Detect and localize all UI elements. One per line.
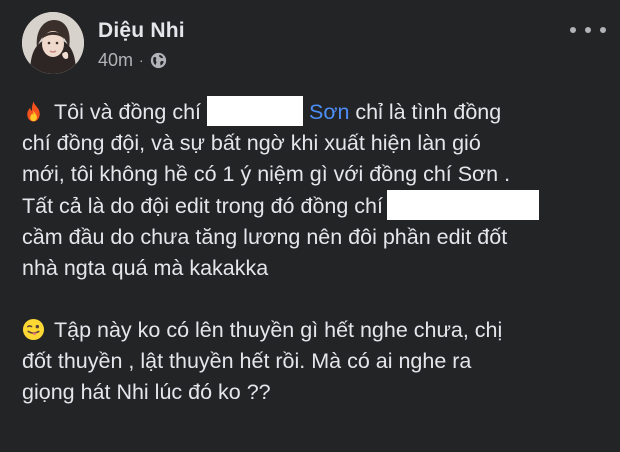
- redaction-box: [207, 96, 304, 126]
- facebook-post: Diệu Nhi 40m · Tôi và đồng chí Sơn chỉ là…: [0, 0, 620, 452]
- text-line: Tập này ko có lên thuyền gì hết nghe chư…: [22, 315, 612, 346]
- post-subline: 40m ·: [98, 48, 185, 72]
- text-line: nhà ngta quá mà kakakka: [22, 256, 269, 280]
- more-dot: [570, 27, 576, 33]
- fire-emoji-icon: [27, 101, 40, 122]
- text-segment: chỉ là tình đồng: [349, 100, 502, 124]
- mentioned-name-link[interactable]: Sơn: [309, 100, 349, 124]
- post-header: Diệu Nhi 40m ·: [22, 12, 185, 74]
- text-line: mới, tôi không hề có 1 ý niệm gì với đồn…: [22, 162, 511, 186]
- text-line: cầm đầu do chưa tăng lương nên đôi phần …: [22, 225, 508, 249]
- text-segment: Tất cả là do đội edit trong đó đồng chí: [22, 194, 383, 218]
- more-dot: [600, 27, 606, 33]
- text-line: đốt thuyền , lật thuyền hết rồi. Mà có a…: [22, 349, 472, 373]
- globe-icon[interactable]: [150, 52, 167, 69]
- post-body: Tôi và đồng chí Sơn chỉ là tình đồng chí …: [22, 96, 612, 408]
- text-line: chí đồng đội, và sự bất ngờ khi xuất hiệ…: [22, 131, 481, 155]
- text-line: giọng hát Nhi lúc đó ko ??: [22, 380, 271, 404]
- post-meta: Diệu Nhi 40m ·: [98, 12, 185, 72]
- separator-dot: ·: [139, 52, 144, 68]
- paragraph-2: Tập này ko có lên thuyền gì hết nghe chư…: [22, 315, 612, 408]
- more-dot: [585, 27, 591, 33]
- text-segment: Tập này ko có lên thuyền gì hết nghe chư…: [54, 318, 503, 342]
- paragraph-1: Tôi và đồng chí Sơn chỉ là tình đồng chí …: [22, 96, 612, 284]
- winking-tongue-emoji-icon: [22, 318, 45, 341]
- redaction-box: [386, 190, 539, 220]
- avatar[interactable]: [22, 12, 84, 74]
- text-line: Tôi và đồng chí Sơn chỉ là tình đồng: [22, 96, 612, 128]
- post-time[interactable]: 40m: [98, 48, 133, 72]
- text-line: Tất cả là do đội edit trong đó đồng chí: [22, 190, 612, 222]
- more-options-icon[interactable]: [570, 18, 606, 42]
- author-name[interactable]: Diệu Nhi: [98, 17, 185, 45]
- text-segment: Tôi và đồng chí: [54, 100, 202, 124]
